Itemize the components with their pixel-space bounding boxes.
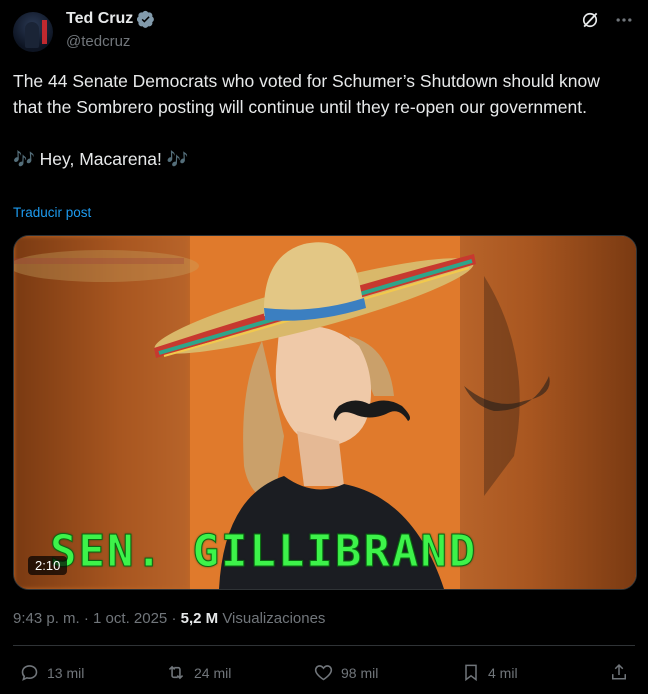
- top-icons: [580, 10, 634, 30]
- video-duration-badge: 2:10: [28, 556, 68, 575]
- heart-icon: [314, 665, 333, 681]
- reply-count: 13 mil: [47, 664, 85, 681]
- author-handle[interactable]: @tedcruz: [66, 33, 130, 50]
- repost-button[interactable]: 24 mil: [165, 662, 231, 683]
- reply-icon: [21, 665, 38, 681]
- bookmark-icon: [465, 664, 477, 682]
- share-button[interactable]: [609, 662, 629, 683]
- avatar-figure: [25, 22, 39, 48]
- reply-button[interactable]: 13 mil: [19, 662, 84, 683]
- tweet-time[interactable]: 9:43 p. m.: [13, 610, 80, 627]
- like-button[interactable]: 98 mil: [313, 662, 378, 683]
- tweet-date[interactable]: 1 oct. 2025: [93, 610, 167, 627]
- bookmark-count: 4 mil: [488, 664, 518, 681]
- repost-icon: [168, 665, 184, 680]
- tweet-text: The 44 Senate Democrats who voted for Sc…: [13, 71, 600, 169]
- action-bar: 13 mil 24 mil 98 mil 4 mil: [13, 662, 635, 686]
- author-name[interactable]: Ted Cruz: [66, 10, 133, 28]
- tweet-meta: 9:43 p. m. · 1 oct. 2025 · 5,2 M Visuali…: [13, 610, 325, 627]
- like-count: 98 mil: [341, 664, 379, 681]
- repost-count: 24 mil: [194, 664, 232, 681]
- translate-post-link[interactable]: Traducir post: [13, 205, 91, 220]
- share-icon: [612, 663, 626, 680]
- more-options-icon[interactable]: [614, 10, 634, 30]
- bookmark-button[interactable]: 4 mil: [461, 662, 518, 683]
- verified-badge-icon[interactable]: [137, 10, 155, 28]
- meta-separator: ·: [171, 610, 181, 627]
- author-name-row: Ted Cruz: [66, 10, 155, 28]
- views-count: 5,2 M: [180, 610, 219, 627]
- video-caption-text: SEN. GILLIBRAND: [49, 526, 478, 578]
- avatar-flag: [42, 20, 47, 44]
- meta-separator: ·: [83, 610, 94, 627]
- views-label[interactable]: Visualizaciones: [222, 610, 325, 627]
- grok-icon[interactable]: [580, 10, 600, 30]
- video-player[interactable]: SEN. GILLIBRAND 2:10: [13, 235, 637, 590]
- author-avatar[interactable]: [13, 12, 53, 52]
- divider: [13, 645, 635, 646]
